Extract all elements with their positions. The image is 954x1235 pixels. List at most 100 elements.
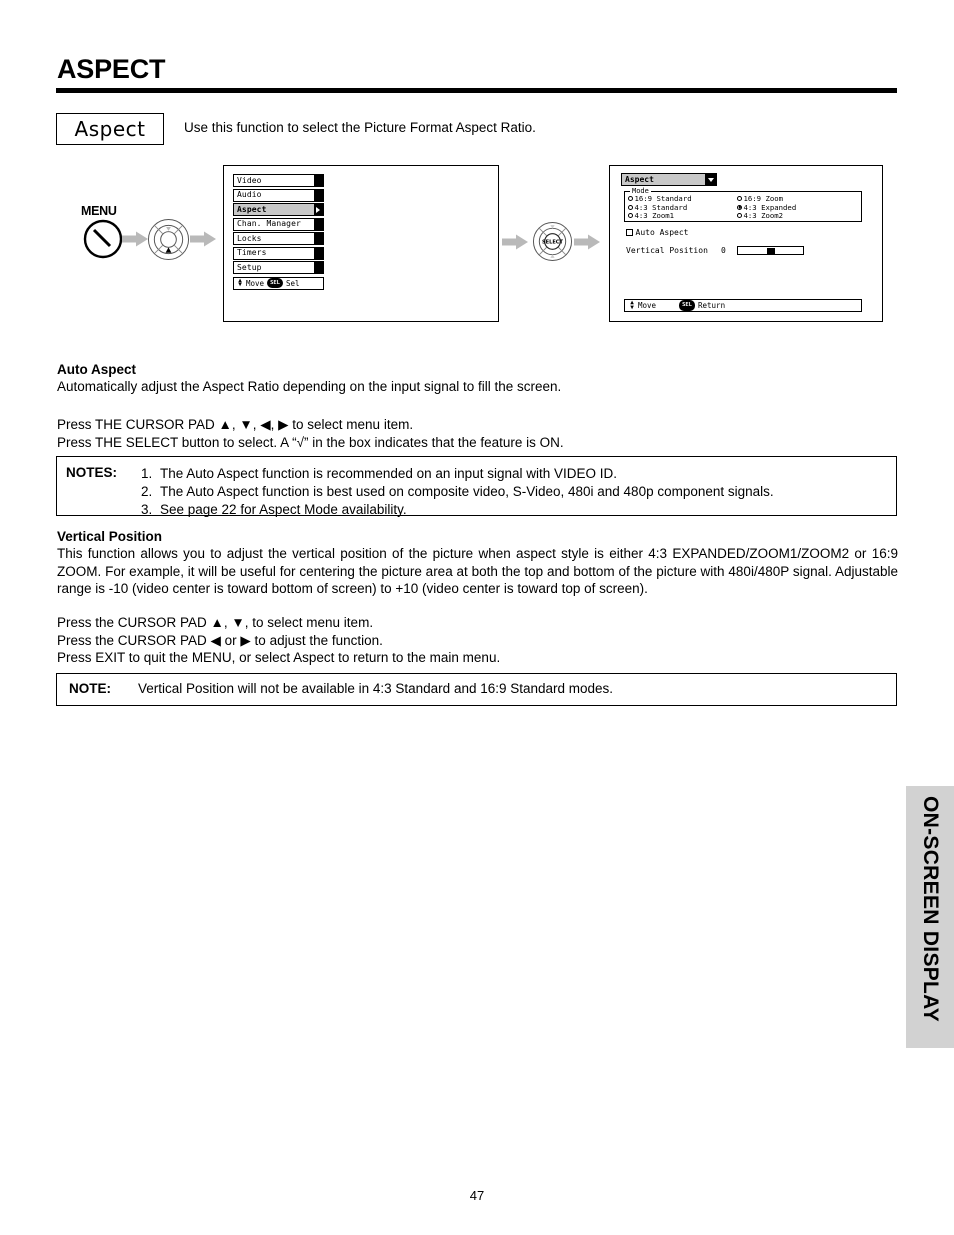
navigation-diagram: MENU Video Audio Aspect Chan. Manager Lo… xyxy=(56,160,897,328)
radio-icon xyxy=(628,204,633,210)
osd-vertical-position-value: 0 xyxy=(721,246,726,255)
osd-menu-item-setup[interactable]: Setup xyxy=(233,261,324,274)
instruction-line: Press the CURSOR PAD ◀ or ▶ to adjust th… xyxy=(57,632,383,648)
note-number: 2. xyxy=(141,484,153,499)
note-text: The Auto Aspect function is recommended … xyxy=(160,466,617,481)
note-number: 3. xyxy=(141,502,153,517)
osd-menu-item-endcap xyxy=(314,233,323,244)
instruction-line: Press THE CURSOR PAD ▲, ▼, ◀, ▶ to selec… xyxy=(57,417,414,432)
auto-aspect-heading: Auto Aspect xyxy=(57,362,137,377)
radio-icon-selected xyxy=(737,204,742,210)
vertical-position-heading: Vertical Position xyxy=(57,529,163,544)
note-label: NOTE: xyxy=(69,681,111,696)
osd-mode-option-4-3-zoom2[interactable]: 4:3 Zoom2 xyxy=(737,212,796,221)
osd-footer-return-label: Return xyxy=(698,301,726,310)
cursor-pad-icon xyxy=(147,218,190,261)
up-down-arrows-icon: ▲ ▼ xyxy=(238,276,242,288)
osd-menu-item-endcap xyxy=(314,175,323,186)
radio-icon xyxy=(737,213,742,219)
osd-menu-item-chan-manager[interactable]: Chan. Manager xyxy=(233,217,324,231)
radio-icon xyxy=(628,196,633,202)
section-tab-label: ON-SCREEN DISPLAY xyxy=(919,796,942,1023)
page-title: ASPECT xyxy=(57,54,166,84)
osd-menu-item-endcap xyxy=(314,218,323,230)
flow-arrow-icon xyxy=(574,234,600,250)
osd-mode-option-label: 16:9 Standard xyxy=(634,194,692,204)
osd-menu-item-locks[interactable]: Locks xyxy=(233,232,324,245)
osd-menu-item-aspect[interactable]: Aspect xyxy=(233,203,324,216)
osd-vertical-position-row[interactable]: Vertical Position 0 xyxy=(626,246,804,255)
osd-main-menu-footer: ▲ ▼ Move SEL Sel xyxy=(233,276,324,290)
notes-box: NOTES: 1. The Auto Aspect function is re… xyxy=(56,456,897,519)
osd-auto-aspect-label: Auto Aspect xyxy=(635,228,689,237)
osd-mode-option-16-9-standard[interactable]: 16:9 Standard xyxy=(628,195,692,204)
note-item: 1. The Auto Aspect function is recommend… xyxy=(141,465,888,483)
osd-aspect-footer: ▲ ▼ Move SEL Return xyxy=(624,299,862,312)
checkbox-icon xyxy=(626,229,633,236)
title-rule xyxy=(56,88,897,93)
osd-mode-option-label: 4:3 Zoom1 xyxy=(634,211,675,221)
vertical-position-description: This function allows you to adjust the v… xyxy=(57,546,898,596)
osd-aspect-title-endcap xyxy=(705,174,716,185)
osd-mode-option-label: 4:3 Zoom2 xyxy=(743,211,784,221)
instruction-line: Press THE SELECT button to select. A “√”… xyxy=(57,434,564,450)
page-number: 47 xyxy=(469,1188,485,1203)
osd-menu-item-endcap xyxy=(314,247,323,259)
radio-icon xyxy=(628,213,633,219)
osd-mode-option-16-9-zoom[interactable]: 16:9 Zoom xyxy=(737,195,796,204)
notes-label: NOTES: xyxy=(66,465,118,480)
osd-mode-option-4-3-zoom1[interactable]: 4:3 Zoom1 xyxy=(628,212,692,221)
notes-list: 1. The Auto Aspect function is recommend… xyxy=(141,465,888,519)
osd-main-menu-list: Video Audio Aspect Chan. Manager Locks T… xyxy=(233,174,324,290)
osd-menu-item-timers[interactable]: Timers xyxy=(233,246,324,260)
osd-menu-item-label: Aspect xyxy=(237,204,267,214)
osd-aspect-title-label: Aspect xyxy=(625,175,654,184)
select-button-icon: SELECT xyxy=(532,221,573,262)
osd-menu-item-label: Setup xyxy=(237,262,262,272)
menu-knob-icon xyxy=(83,219,123,259)
osd-menu-item-endcap xyxy=(314,189,323,201)
osd-menu-item-label: Audio xyxy=(237,190,262,199)
section-tab-on-screen-display: ON-SCREEN DISPLAY xyxy=(906,786,954,1048)
svg-text:SELECT: SELECT xyxy=(542,239,564,245)
osd-footer-move-label: Move xyxy=(246,278,265,288)
osd-menu-item-audio[interactable]: Audio xyxy=(233,188,324,202)
osd-footer-move-label: Move xyxy=(638,301,657,310)
aspect-feature-badge-label: Aspect xyxy=(74,117,146,141)
osd-aspect-title-bar[interactable]: Aspect xyxy=(621,173,717,186)
flow-arrow-icon xyxy=(122,231,148,247)
osd-menu-item-video[interactable]: Video xyxy=(233,174,324,187)
note-item: 3. See page 22 for Aspect Mode availabil… xyxy=(141,501,888,519)
osd-menu-item-label: Chan. Manager xyxy=(237,219,301,228)
vertical-position-instructions: Press the CURSOR PAD ▲, ▼, to select men… xyxy=(57,614,877,667)
slider-thumb[interactable] xyxy=(766,247,775,254)
chevron-right-icon xyxy=(316,206,320,213)
note-number: 1. xyxy=(141,466,153,481)
osd-footer-sel-label: Sel xyxy=(286,278,300,288)
sel-key-icon: SEL xyxy=(679,300,695,311)
auto-aspect-description: Automatically adjust the Aspect Ratio de… xyxy=(57,379,562,394)
osd-auto-aspect-checkbox-row[interactable]: Auto Aspect xyxy=(626,228,688,237)
osd-aspect-panel: Aspect Mode 16:9 Standard 4:3 Standard 4… xyxy=(609,165,883,322)
menu-button-label: MENU xyxy=(81,204,117,218)
note-text: See page 22 for Aspect Mode availability… xyxy=(160,502,407,517)
flow-arrow-icon xyxy=(502,234,528,250)
osd-vertical-position-slider[interactable] xyxy=(737,246,804,255)
osd-menu-item-label: Timers xyxy=(237,248,267,257)
osd-mode-column-left: 16:9 Standard 4:3 Standard 4:3 Zoom1 xyxy=(628,195,692,221)
osd-mode-option-label: 4:3 Expanded xyxy=(743,202,797,212)
osd-menu-item-endcap xyxy=(314,204,323,215)
flow-arrow-icon xyxy=(190,231,216,247)
osd-mode-option-label: 16:9 Zoom xyxy=(743,194,784,204)
osd-menu-item-endcap xyxy=(314,262,323,273)
auto-aspect-instructions: Press THE CURSOR PAD ▲, ▼, ◀, ▶ to selec… xyxy=(57,416,877,451)
note-text: The Auto Aspect function is best used on… xyxy=(160,484,774,499)
note-box: NOTE: Vertical Position will not be avai… xyxy=(56,673,897,706)
osd-mode-column-right: 16:9 Zoom 4:3 Expanded 4:3 Zoom2 xyxy=(737,195,796,221)
note-item: 2. The Auto Aspect function is best used… xyxy=(141,483,888,501)
instruction-line: Press the CURSOR PAD ▲, ▼, to select men… xyxy=(57,615,374,630)
osd-mode-fieldset: Mode 16:9 Standard 4:3 Standard 4:3 Zoom… xyxy=(624,187,862,222)
osd-main-menu-panel: Video Audio Aspect Chan. Manager Locks T… xyxy=(223,165,499,322)
up-down-arrows-icon: ▲ ▼ xyxy=(630,299,634,311)
radio-icon xyxy=(737,196,742,202)
